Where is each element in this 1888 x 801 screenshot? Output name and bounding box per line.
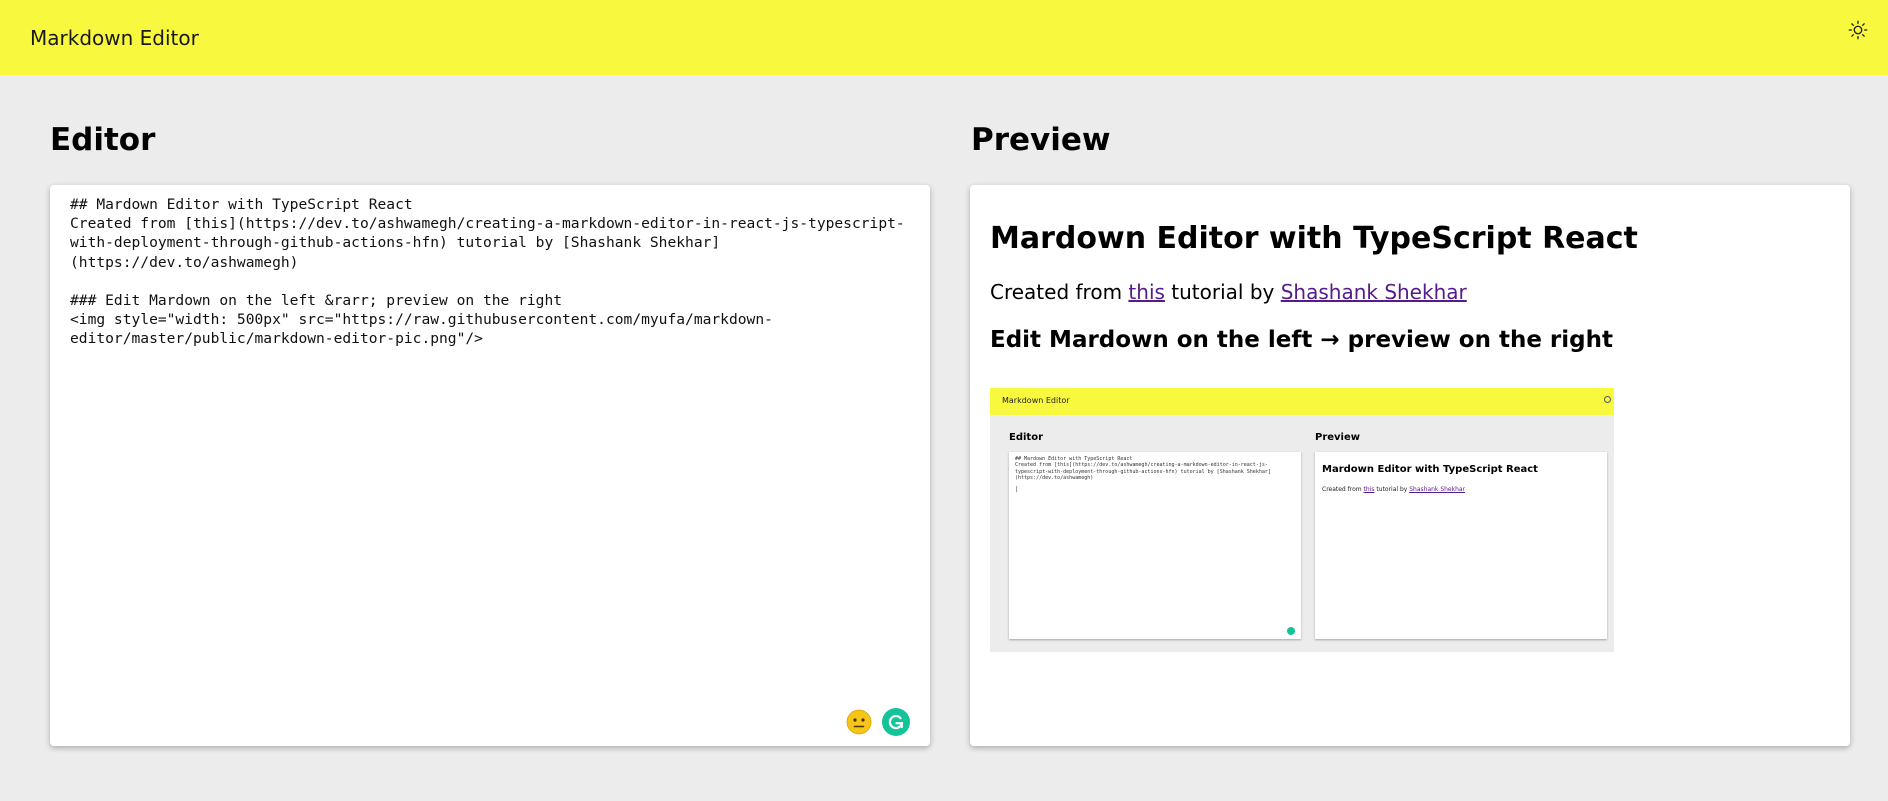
editor-panel: ## Mardown Editor with TypeScript React … (50, 185, 930, 746)
markdown-editor-textarea[interactable]: ## Mardown Editor with TypeScript React … (70, 195, 920, 715)
image-sun-icon (1604, 396, 1611, 403)
image-editor-label: Editor (1009, 432, 1043, 443)
preview-panel: Mardown Editor with TypeScript React Cre… (970, 185, 1850, 746)
theme-toggle-button[interactable] (1846, 18, 1870, 42)
app-header: Markdown Editor (0, 0, 1888, 75)
sun-icon (1848, 20, 1868, 40)
preview-heading: Mardown Editor with TypeScript React (990, 221, 1638, 256)
image-header-bar: Markdown Editor (990, 388, 1614, 415)
image-editor-code: ## Mardown Editor with TypeScript React … (1015, 456, 1271, 482)
editor-section-title: Editor (50, 122, 156, 158)
image-preview-middle: tutorial by (1374, 486, 1410, 493)
image-preview-panel: Mardown Editor with TypeScript React Cre… (1315, 452, 1607, 639)
author-link[interactable]: Shashank Shekhar (1281, 280, 1467, 304)
preview-paragraph-middle: tutorial by (1164, 280, 1281, 304)
image-preview-link-this: this (1363, 486, 1375, 493)
image-preview-paragraph: Created from this tutorial by Shashank S… (1322, 486, 1465, 493)
preview-content: Mardown Editor with TypeScript React Cre… (990, 221, 1830, 355)
image-preview-heading: Mardown Editor with TypeScript React (1322, 464, 1538, 475)
app-title: Markdown Editor (30, 25, 199, 50)
image-editor-panel: ## Mardown Editor with TypeScript React … (1009, 452, 1301, 639)
image-preview-link-author: Shashank Shekhar (1409, 486, 1466, 493)
image-header-title: Markdown Editor (1002, 396, 1070, 405)
preview-paragraph-prefix: Created from (990, 280, 1129, 304)
image-editor-cursor: | (1015, 486, 1019, 493)
image-preview-label: Preview (1315, 432, 1361, 443)
grammarly-icon (888, 715, 904, 730)
this-link[interactable]: this (1128, 280, 1165, 304)
image-preview-prefix: Created from (1322, 486, 1364, 493)
preview-subheading: Edit Mardown on the left → preview on th… (990, 327, 1613, 353)
markdown-editor-screenshot-image: Markdown Editor Editor Preview ## Mardow… (990, 388, 1614, 652)
preview-section-title: Preview (971, 122, 1111, 158)
neutral-face-icon (846, 709, 872, 735)
image-grammarly-icon (1287, 627, 1295, 635)
preview-paragraph: Created from this tutorial by Shashank S… (990, 279, 1830, 305)
emoji-button[interactable] (846, 709, 872, 735)
grammarly-button[interactable] (882, 708, 910, 736)
